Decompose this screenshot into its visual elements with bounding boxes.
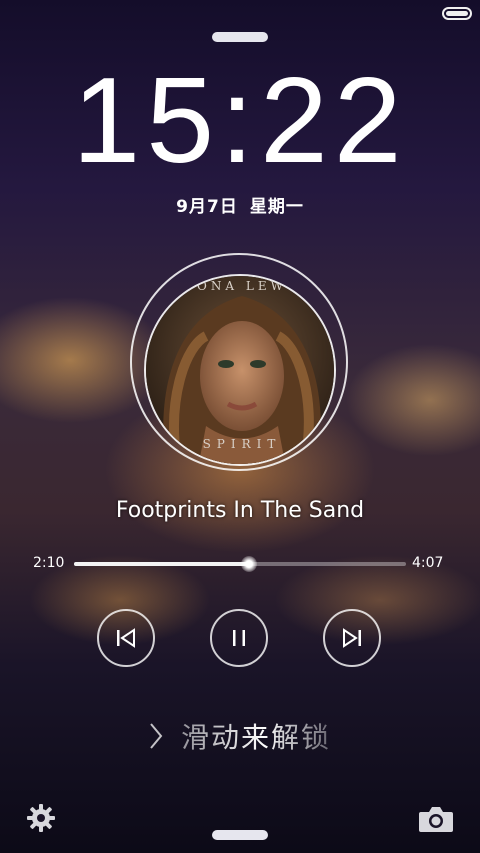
skip-next-icon	[343, 628, 361, 648]
progress-fill	[74, 562, 249, 566]
pause-button[interactable]	[210, 609, 268, 667]
album-text-top: ONA LEW	[197, 279, 287, 293]
total-duration: 4:07	[412, 555, 444, 571]
camera-icon	[419, 807, 453, 832]
previous-button[interactable]	[97, 609, 155, 667]
weekday-text: 星期一	[249, 197, 304, 217]
date-line: 9月7日 星期一	[0, 192, 480, 217]
settings-button[interactable]	[26, 803, 56, 837]
song-title: Footprints In The Sand	[115, 498, 365, 523]
chevron-right-icon	[150, 723, 163, 749]
top-pull-handle[interactable]	[212, 32, 268, 42]
pause-icon	[233, 630, 245, 646]
clock-time: 15:22	[72, 52, 408, 188]
album-text-bottom: SPIRIT	[203, 437, 282, 451]
skip-previous-icon	[117, 628, 135, 648]
unlock-label: 滑动来解锁	[181, 716, 331, 756]
elapsed-time: 2:10	[33, 555, 65, 571]
next-button[interactable]	[323, 609, 381, 667]
battery-icon	[442, 7, 472, 20]
progress-thumb[interactable]	[240, 556, 257, 572]
album-art[interactable]: ONA LEW SPIRIT	[144, 274, 336, 466]
bottom-pull-handle[interactable]	[212, 830, 268, 840]
date-text: 9月7日	[176, 197, 238, 217]
slide-to-unlock[interactable]: 滑动来解锁	[0, 716, 480, 756]
gear-icon	[27, 804, 55, 832]
camera-button[interactable]	[418, 805, 454, 837]
